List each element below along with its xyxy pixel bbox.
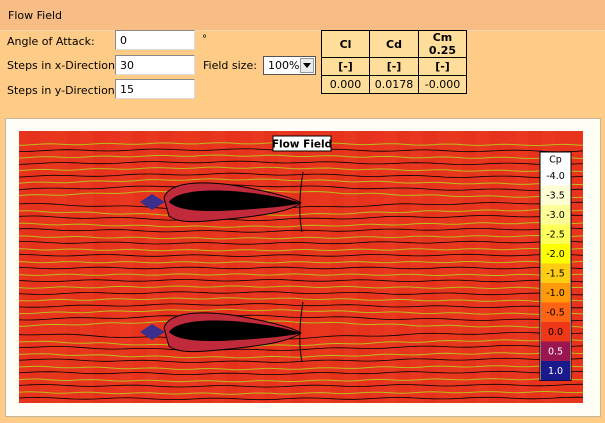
cp-legend: Cp -4.0 -3.5 -3.0 -2.5 -2.0 -1.5 -1.0 -0.5 0.0 0.5…: [539, 151, 572, 381]
legend-label: 0.0: [548, 327, 563, 338]
cp-field-column: [66, 131, 80, 403]
cp-field-column: [475, 131, 489, 403]
legend-label: -1.0: [546, 288, 565, 299]
legend-label: -2.0: [546, 249, 565, 260]
steps-y-label: Steps in y-Direction:: [7, 84, 119, 97]
angle-unit: °: [202, 34, 207, 45]
legend-label: -3.0: [546, 210, 565, 221]
angle-of-attack-label: Angle of Attack:: [7, 35, 95, 48]
cd-header: Cd: [369, 30, 419, 58]
cp-field-column: [225, 131, 239, 403]
legend-label: 0.5: [548, 347, 563, 358]
cm-unit: [-]: [418, 57, 467, 76]
coefficients-table: Cl Cd Cm 0.25 [-] [-] [-] 0.000 0.0178 -…: [321, 30, 467, 94]
cl-value: 0.000: [321, 75, 370, 94]
legend-label: -1.5: [546, 269, 565, 280]
cp-field-column: [502, 131, 516, 403]
cp-field-column: [489, 131, 503, 403]
cp-field-column: [27, 131, 41, 403]
cl-header: Cl: [321, 30, 370, 58]
cp-field-column: [211, 131, 225, 403]
cp-field-column: [159, 131, 173, 403]
steps-y-input[interactable]: [115, 79, 195, 99]
coefficients-value-row: 0.000 0.0178 -0.000: [321, 75, 467, 94]
cp-field-column: [145, 131, 159, 403]
chevron-down-icon[interactable]: [300, 58, 314, 73]
cp-field-column: [409, 131, 423, 403]
legend-label: -4.0: [546, 171, 565, 182]
cp-field-column: [343, 131, 357, 403]
legend-label: -2.5: [546, 230, 565, 241]
flow-field-plot: Flow Field Cp -4.0 -3.5 -3.0 -2.5 -2.0 -1.5 -1.…: [19, 131, 583, 403]
cp-field-column: [132, 131, 146, 403]
title-bar: Flow Field: [0, 0, 605, 31]
steps-x-input[interactable]: [115, 55, 195, 75]
cp-field-column: [53, 131, 67, 403]
cp-field-column: [383, 131, 397, 403]
cd-unit: [-]: [369, 57, 419, 76]
cp-field-column: [304, 131, 318, 403]
coefficients-unit-row: [-] [-] [-]: [321, 57, 467, 76]
field-size-select[interactable]: 100%: [263, 56, 316, 75]
angle-of-attack-input[interactable]: [115, 30, 195, 50]
cp-field-column: [317, 131, 331, 403]
legend-label: -3.5: [546, 191, 565, 202]
window-title: Flow Field: [8, 9, 62, 22]
cp-field-column: [238, 131, 252, 403]
steps-x-label: Steps in x-Direction:: [7, 59, 119, 72]
plot-title-box: Flow Field: [272, 135, 332, 152]
cp-field-column: [119, 131, 133, 403]
cp-field-column: [423, 131, 437, 403]
plot-title: Flow Field: [272, 139, 332, 151]
cp-field-column: [40, 131, 54, 403]
cp-field-column: [330, 131, 344, 403]
cd-value: 0.0178: [369, 75, 419, 94]
legend-title: Cp: [549, 155, 562, 166]
cp-field-column: [436, 131, 450, 403]
title-divider: [0, 30, 605, 31]
cl-unit: [-]: [321, 57, 370, 76]
legend-label: -0.5: [546, 308, 565, 319]
field-size-label: Field size:: [203, 59, 257, 72]
legend-label: 1.0: [548, 366, 563, 377]
field-size-value: 100%: [268, 59, 300, 72]
coefficients-header-row: Cl Cd Cm 0.25: [321, 30, 467, 58]
cp-field-column: [396, 131, 410, 403]
cm-value: -0.000: [418, 75, 467, 94]
cm-header: Cm 0.25: [418, 30, 467, 58]
